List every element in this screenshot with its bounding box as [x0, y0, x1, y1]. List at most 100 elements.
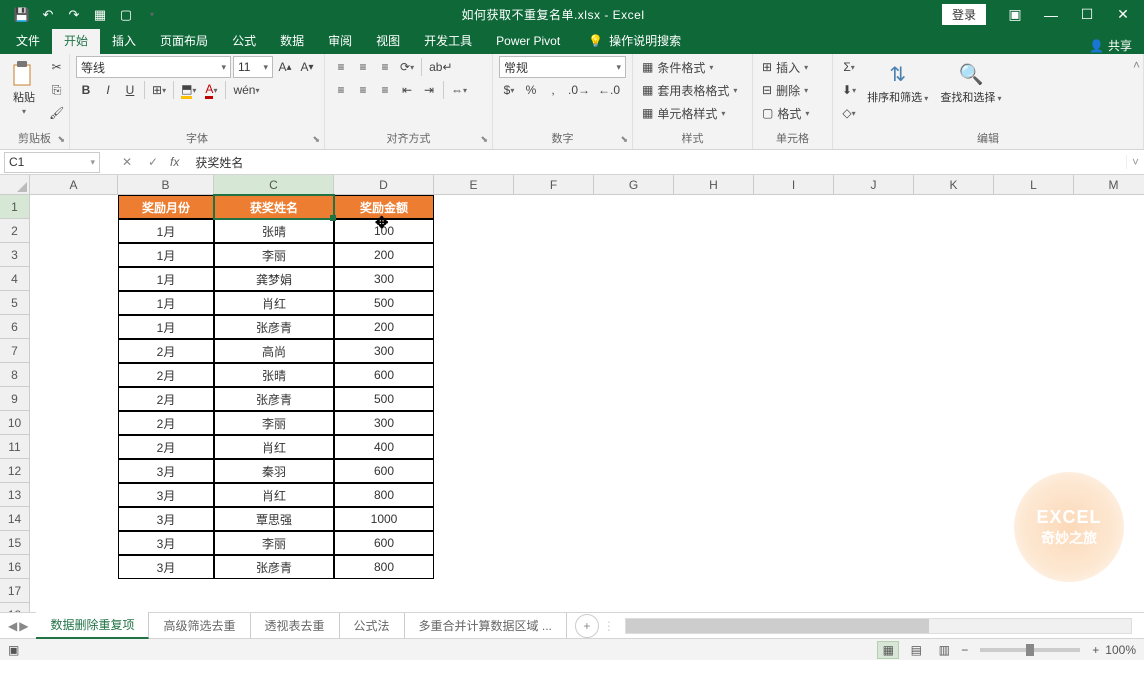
- wrap-text-button[interactable]: ab↵: [426, 56, 455, 78]
- format-painter-button[interactable]: 🖌: [46, 102, 67, 124]
- qat-button-1[interactable]: ▦: [88, 4, 112, 26]
- percent-button[interactable]: %: [521, 79, 541, 101]
- table-cell[interactable]: 3月: [118, 531, 214, 555]
- sheet-tab-3[interactable]: 透视表去重: [251, 613, 340, 638]
- table-cell[interactable]: 1月: [118, 315, 214, 339]
- table-cell[interactable]: 覃思强: [214, 507, 334, 531]
- minimize-button[interactable]: —: [1034, 0, 1068, 29]
- worksheet-grid[interactable]: ABCDEFGHIJKLM 12345678910111213141516171…: [0, 175, 1144, 612]
- table-cell[interactable]: 3月: [118, 507, 214, 531]
- orientation-button[interactable]: ⟳: [397, 56, 417, 78]
- table-cell[interactable]: 龚梦娟: [214, 267, 334, 291]
- row-header[interactable]: 12: [0, 459, 30, 483]
- row-header[interactable]: 2: [0, 219, 30, 243]
- align-middle-button[interactable]: ≡: [353, 56, 373, 78]
- table-cell[interactable]: 秦羽: [214, 459, 334, 483]
- table-cell[interactable]: 李丽: [214, 411, 334, 435]
- column-header[interactable]: J: [834, 175, 914, 195]
- tab-home[interactable]: 开始: [52, 29, 100, 54]
- table-cell[interactable]: 1月: [118, 267, 214, 291]
- row-header[interactable]: 11: [0, 435, 30, 459]
- table-cell[interactable]: 李丽: [214, 243, 334, 267]
- phonetic-button[interactable]: wén: [230, 79, 262, 101]
- formula-input[interactable]: 获奖姓名: [191, 154, 1126, 171]
- row-header[interactable]: 10: [0, 411, 30, 435]
- redo-button[interactable]: ↷: [62, 4, 86, 26]
- tab-formulas[interactable]: 公式: [220, 29, 268, 54]
- table-cell[interactable]: 300: [334, 339, 434, 363]
- decrease-font-button[interactable]: A▾: [297, 56, 317, 78]
- qat-customize[interactable]: [140, 4, 164, 26]
- table-cell[interactable]: 2月: [118, 387, 214, 411]
- column-header[interactable]: E: [434, 175, 514, 195]
- row-header[interactable]: 9: [0, 387, 30, 411]
- table-cell[interactable]: 400: [334, 435, 434, 459]
- table-cell[interactable]: 1月: [118, 291, 214, 315]
- cut-button[interactable]: ✂: [46, 56, 67, 78]
- sheet-nav-next[interactable]: ▶: [19, 619, 28, 633]
- column-header[interactable]: B: [118, 175, 214, 195]
- table-cell[interactable]: 2月: [118, 363, 214, 387]
- number-format-combo[interactable]: 常规: [499, 56, 626, 78]
- sort-filter-button[interactable]: ⇅ 排序和筛选: [863, 56, 932, 107]
- clear-button[interactable]: ◇: [839, 102, 859, 124]
- font-name-combo[interactable]: 等线: [76, 56, 231, 78]
- increase-font-button[interactable]: A▴: [275, 56, 295, 78]
- maximize-button[interactable]: ☐: [1070, 0, 1104, 29]
- new-sheet-button[interactable]: +: [575, 614, 599, 638]
- table-cell[interactable]: 500: [334, 387, 434, 411]
- decrease-decimal-button[interactable]: ←.0: [595, 79, 623, 101]
- table-cell[interactable]: 3月: [118, 555, 214, 579]
- column-header[interactable]: C: [214, 175, 334, 195]
- underline-button[interactable]: U: [120, 79, 140, 101]
- ribbon-options-button[interactable]: ▣: [998, 0, 1032, 29]
- decrease-indent-button[interactable]: ⇤: [397, 79, 417, 101]
- merge-button[interactable]: ⇔: [448, 79, 470, 101]
- row-header[interactable]: 6: [0, 315, 30, 339]
- enter-formula-button[interactable]: ✓: [144, 155, 162, 169]
- table-cell[interactable]: 600: [334, 459, 434, 483]
- tab-layout[interactable]: 页面布局: [148, 29, 220, 54]
- page-layout-view-button[interactable]: ▤: [905, 641, 927, 659]
- table-header-cell[interactable]: 获奖姓名: [214, 195, 334, 219]
- align-bottom-button[interactable]: ≡: [375, 56, 395, 78]
- increase-indent-button[interactable]: ⇥: [419, 79, 439, 101]
- table-cell[interactable]: 600: [334, 363, 434, 387]
- fill-handle[interactable]: [330, 215, 336, 221]
- dialog-launcher-icon[interactable]: ⬊: [312, 131, 320, 147]
- font-size-combo[interactable]: 11: [233, 56, 273, 78]
- table-cell[interactable]: 李丽: [214, 531, 334, 555]
- sheet-tab-1[interactable]: 数据删除重复项: [36, 612, 149, 639]
- copy-button[interactable]: ⎘: [46, 79, 67, 101]
- record-macro-button[interactable]: ▣: [8, 643, 19, 657]
- table-cell[interactable]: 200: [334, 315, 434, 339]
- row-header[interactable]: 13: [0, 483, 30, 507]
- table-cell[interactable]: 1月: [118, 243, 214, 267]
- row-header[interactable]: 8: [0, 363, 30, 387]
- column-header[interactable]: D: [334, 175, 434, 195]
- row-header[interactable]: 7: [0, 339, 30, 363]
- table-cell[interactable]: 800: [334, 555, 434, 579]
- table-cell[interactable]: 600: [334, 531, 434, 555]
- collapse-ribbon-button[interactable]: ˄: [1133, 58, 1140, 72]
- find-select-button[interactable]: 🔍 查找和选择: [936, 56, 1005, 107]
- format-cells-button[interactable]: ▢格式: [759, 102, 812, 124]
- dialog-launcher-icon[interactable]: ⬊: [57, 131, 65, 147]
- row-header[interactable]: 18: [0, 603, 30, 612]
- table-cell[interactable]: 200: [334, 243, 434, 267]
- comma-button[interactable]: ,: [543, 79, 563, 101]
- fill-color-button[interactable]: ⬒: [178, 79, 199, 101]
- row-header[interactable]: 16: [0, 555, 30, 579]
- login-button[interactable]: 登录: [942, 4, 986, 25]
- table-cell[interactable]: 2月: [118, 411, 214, 435]
- column-header[interactable]: L: [994, 175, 1074, 195]
- align-left-button[interactable]: ≡: [331, 79, 351, 101]
- italic-button[interactable]: I: [98, 79, 118, 101]
- cell-styles-button[interactable]: ▦单元格样式: [639, 102, 740, 124]
- tab-developer[interactable]: 开发工具: [412, 29, 484, 54]
- normal-view-button[interactable]: ▦: [877, 641, 899, 659]
- table-cell[interactable]: 张晴: [214, 219, 334, 243]
- border-button[interactable]: ⊞: [149, 79, 169, 101]
- expand-formula-bar-button[interactable]: ˅: [1126, 155, 1144, 169]
- table-cell[interactable]: 2月: [118, 435, 214, 459]
